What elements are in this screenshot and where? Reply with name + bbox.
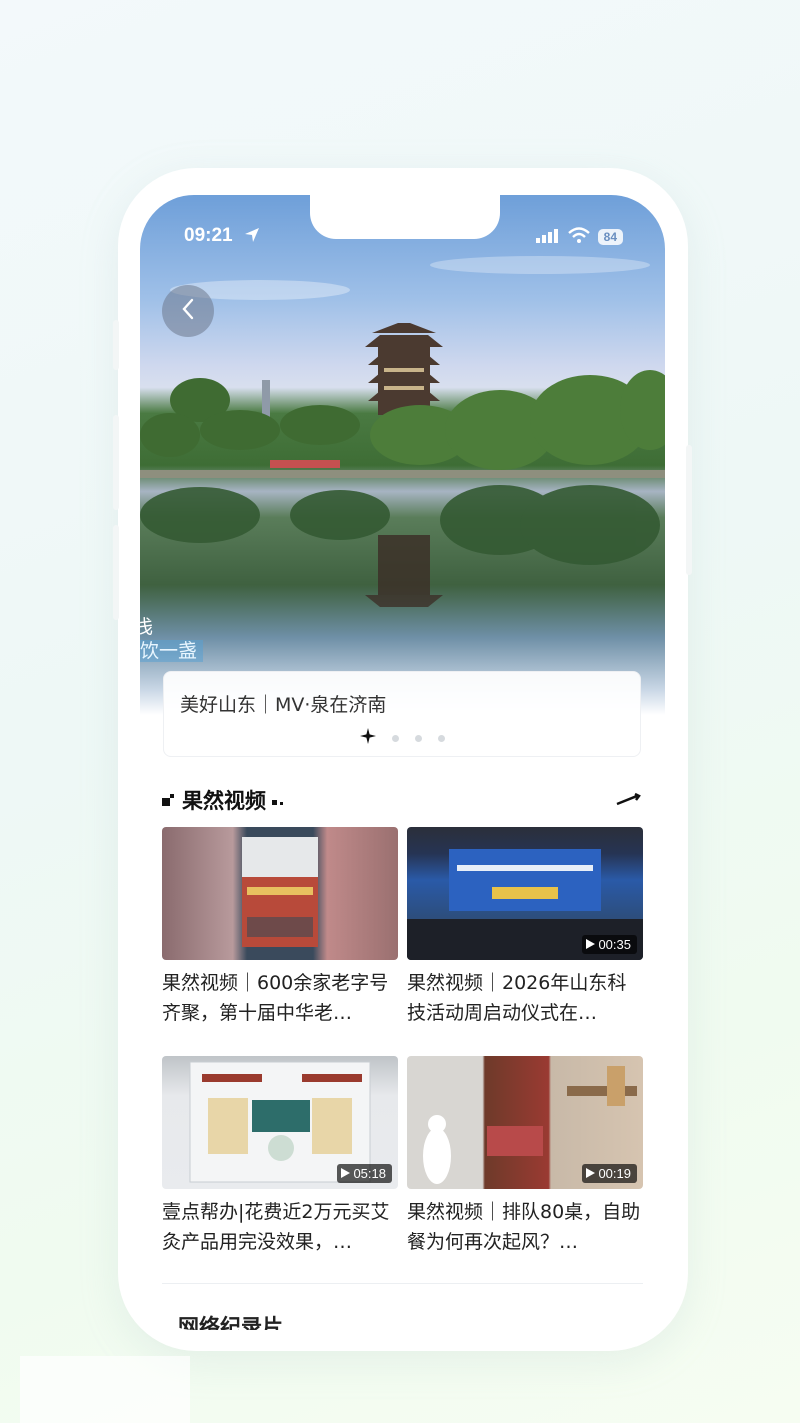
video-duration: 00:19 (582, 1164, 637, 1183)
phone-power-button (686, 445, 692, 575)
phone-volume-up (113, 415, 119, 510)
play-icon (341, 1166, 351, 1181)
app-screen: 09:21 84 浅 饮一盏 美好山东｜MV·泉在济南 果然视频 果然视频｜60… (140, 195, 665, 1330)
hero-image[interactable]: 09:21 84 浅 饮一盏 (140, 195, 665, 715)
chevron-left-icon (180, 298, 196, 324)
duration-label: 05:18 (353, 1166, 386, 1181)
duration-label: 00:35 (598, 937, 631, 952)
pixel-deco-icon (162, 791, 176, 810)
play-icon (586, 1166, 596, 1181)
featured-video-title: 美好山东｜MV·泉在济南 (180, 694, 387, 716)
back-button[interactable] (162, 285, 214, 337)
battery-indicator: 84 (597, 229, 623, 245)
sparkle-icon (359, 728, 376, 748)
video-thumbnail: 00:35 (407, 827, 643, 960)
video-card[interactable]: 00:19 果然视频｜排队80桌，自助餐为何再次起风？… (407, 1056, 643, 1257)
carousel-dot[interactable] (437, 734, 445, 742)
video-duration: 00:35 (582, 935, 637, 954)
hero-caption: 浅 饮一盏 (140, 615, 204, 663)
play-icon (586, 937, 596, 952)
featured-video-card[interactable]: 美好山东｜MV·泉在济南 (163, 671, 641, 757)
carousel-indicator (164, 728, 640, 748)
phone-side-button (113, 320, 119, 370)
video-thumbnail: 00:19 (407, 1056, 643, 1189)
video-title: 果然视频｜600余家老字号齐聚，第十届中华老… (162, 972, 389, 1024)
more-arrow-icon[interactable] (615, 791, 641, 810)
hero-caption-line1: 浅 (140, 616, 154, 638)
carousel-dot[interactable] (414, 734, 422, 742)
wifi-icon (567, 227, 590, 247)
video-thumbnail (162, 827, 398, 960)
phone-volume-down (113, 525, 119, 620)
section-title: 果然视频 (182, 789, 266, 813)
status-indicators: 84 (535, 227, 623, 247)
video-card[interactable]: 果然视频｜600余家老字号齐聚，第十届中华老… (162, 827, 398, 1028)
status-time: 09:21 (184, 225, 233, 246)
pixel-deco-icon (272, 791, 286, 810)
carousel-dot[interactable] (391, 734, 399, 742)
location-arrow-icon (244, 227, 260, 247)
video-duration: 05:18 (337, 1164, 392, 1183)
hero-caption-line2: 饮一盏 (140, 640, 204, 662)
video-card[interactable]: 00:35 果然视频｜2026年山东科技活动周启动仪式在… (407, 827, 643, 1028)
video-card[interactable]: 05:18 壹点帮办|花费近2万元买艾灸产品用完没效果，… (162, 1056, 398, 1257)
video-title: 壹点帮办|花费近2万元买艾灸产品用完没效果，… (162, 1201, 390, 1253)
section-header: 果然视频 (162, 785, 286, 815)
next-section-title: 网络纪录片 (178, 1315, 283, 1330)
camera-notch (310, 195, 500, 239)
video-title: 果然视频｜排队80桌，自助餐为何再次起风？… (407, 1201, 641, 1253)
signal-icon (535, 228, 560, 247)
section-divider (162, 1283, 643, 1284)
pagoda-landscape-illustration (140, 256, 665, 607)
duration-label: 00:19 (598, 1166, 631, 1181)
video-title: 果然视频｜2026年山东科技活动周启动仪式在… (407, 972, 627, 1024)
video-thumbnail: 05:18 (162, 1056, 398, 1189)
bottom-fade (20, 1356, 190, 1423)
